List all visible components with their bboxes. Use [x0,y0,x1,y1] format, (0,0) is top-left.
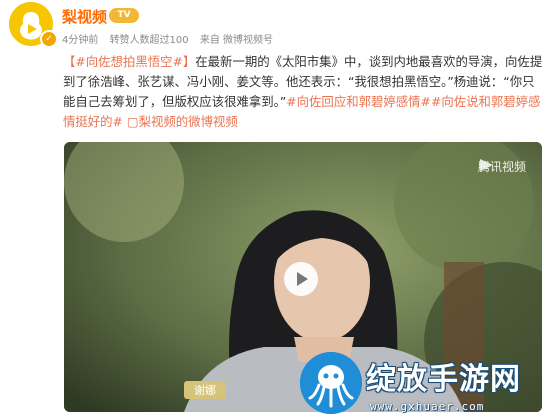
open-bracket: 【 [63,54,76,69]
hashtag-2[interactable]: #向佐回应和郭碧婷感情# [286,94,431,109]
repost-count: 转赞人数超过100 [109,35,189,46]
member-badge-label: TV [117,10,131,20]
hashtag-main[interactable]: #向佐想拍黑悟空# [75,54,183,69]
octopus-icon [300,352,362,414]
post-meta: 4分钟前 转赞人数超过100 来自 微博视频号 [62,31,281,46]
tencent-video-watermark: 腾讯视频 [478,158,526,175]
video-link[interactable]: 梨视频的微博视频 [139,114,238,129]
video-link-icon: ▢ [126,114,139,129]
post-source[interactable]: 来自 微博视频号 [200,35,273,46]
site-watermark-title: 绽放手游网 [366,362,521,397]
tencent-video-icon [479,159,493,171]
member-badge: TV [109,8,139,23]
video-caption: 谢娜 [184,381,226,399]
play-button[interactable] [284,262,318,296]
close-bracket: 】 [182,54,196,69]
post-text: 【#向佐想拍黑悟空#】在最新一期的《太阳市集》中，谈到内地最喜欢的导演，向佐提到… [63,52,545,132]
site-watermark: 绽放手游网 www.gxhuaer.com [300,352,550,420]
site-watermark-url: www.gxhuaer.com [370,400,485,413]
verified-icon: ✓ [40,30,58,48]
account-name[interactable]: 梨视频 [62,6,107,27]
post-time[interactable]: 4分钟前 [62,35,98,46]
octopus-logo-icon [300,352,362,414]
